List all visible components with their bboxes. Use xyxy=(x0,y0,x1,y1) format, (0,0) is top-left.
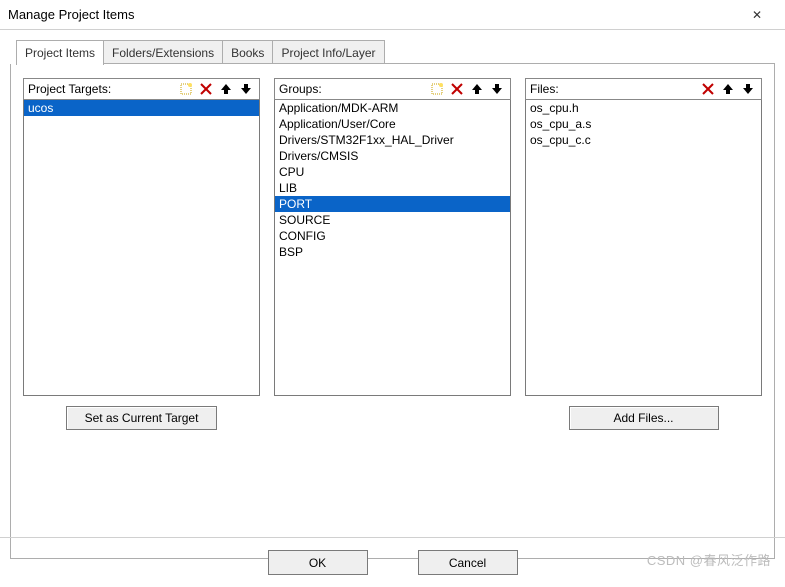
tab-label: Project Items xyxy=(25,46,95,60)
tab-project-info-layer[interactable]: Project Info/Layer xyxy=(272,40,384,63)
delete-icon xyxy=(701,82,715,96)
groups-listbox[interactable]: Application/MDK-ARM Application/User/Cor… xyxy=(274,100,511,396)
panel-files-footer: Add Files... xyxy=(525,406,762,430)
tab-body: Project Targets: ucos xyxy=(10,64,775,559)
ok-button[interactable]: OK xyxy=(268,550,368,575)
new-group-button[interactable] xyxy=(428,80,446,98)
delete-icon xyxy=(199,82,213,96)
panel-targets-footer: Set as Current Target xyxy=(23,406,260,430)
panel-files-label: Files: xyxy=(530,82,697,96)
panel-groups-label: Groups: xyxy=(279,82,426,96)
delete-target-button[interactable] xyxy=(197,80,215,98)
tab-label: Folders/Extensions xyxy=(112,46,214,60)
list-item[interactable]: SOURCE xyxy=(275,212,510,228)
list-item[interactable]: Application/MDK-ARM xyxy=(275,100,510,116)
delete-file-button[interactable] xyxy=(699,80,717,98)
titlebar: Manage Project Items ✕ xyxy=(0,0,785,30)
list-item[interactable]: CONFIG xyxy=(275,228,510,244)
tab-label: Books xyxy=(231,46,264,60)
list-item[interactable]: PORT xyxy=(275,196,510,212)
close-button[interactable]: ✕ xyxy=(737,4,777,26)
close-icon: ✕ xyxy=(752,8,762,22)
content-area: Project Items Folders/Extensions Books P… xyxy=(10,40,775,532)
arrow-up-icon xyxy=(721,82,735,96)
panels-row: Project Targets: ucos xyxy=(23,78,762,430)
panel-files-header: Files: xyxy=(525,78,762,100)
tab-project-items[interactable]: Project Items xyxy=(16,40,104,65)
panel-targets: Project Targets: ucos xyxy=(23,78,260,430)
list-item[interactable]: Drivers/CMSIS xyxy=(275,148,510,164)
move-file-down-button[interactable] xyxy=(739,80,757,98)
list-item[interactable]: LIB xyxy=(275,180,510,196)
list-item[interactable]: os_cpu.h xyxy=(526,100,761,116)
panel-targets-label: Project Targets: xyxy=(28,82,175,96)
delete-icon xyxy=(450,82,464,96)
arrow-down-icon xyxy=(741,82,755,96)
tab-books[interactable]: Books xyxy=(222,40,273,63)
panel-groups: Groups: Application/MDK-ARM xyxy=(274,78,511,430)
new-icon xyxy=(179,82,193,96)
list-item[interactable]: os_cpu_c.c xyxy=(526,132,761,148)
move-group-down-button[interactable] xyxy=(488,80,506,98)
tab-label: Project Info/Layer xyxy=(281,46,375,60)
move-file-up-button[interactable] xyxy=(719,80,737,98)
delete-group-button[interactable] xyxy=(448,80,466,98)
new-target-button[interactable] xyxy=(177,80,195,98)
new-icon xyxy=(430,82,444,96)
list-item[interactable]: CPU xyxy=(275,164,510,180)
tab-folders-extensions[interactable]: Folders/Extensions xyxy=(103,40,223,63)
panel-groups-header: Groups: xyxy=(274,78,511,100)
files-listbox[interactable]: os_cpu.h os_cpu_a.s os_cpu_c.c xyxy=(525,100,762,396)
add-files-button[interactable]: Add Files... xyxy=(569,406,719,430)
list-item[interactable]: BSP xyxy=(275,244,510,260)
list-item[interactable]: Application/User/Core xyxy=(275,116,510,132)
panel-targets-header: Project Targets: xyxy=(23,78,260,100)
arrow-up-icon xyxy=(219,82,233,96)
list-item[interactable]: os_cpu_a.s xyxy=(526,116,761,132)
set-as-current-target-button[interactable]: Set as Current Target xyxy=(66,406,218,430)
cancel-button[interactable]: Cancel xyxy=(418,550,518,575)
arrow-down-icon xyxy=(490,82,504,96)
move-target-down-button[interactable] xyxy=(237,80,255,98)
arrow-down-icon xyxy=(239,82,253,96)
move-target-up-button[interactable] xyxy=(217,80,235,98)
list-item[interactable]: Drivers/STM32F1xx_HAL_Driver xyxy=(275,132,510,148)
tab-strip: Project Items Folders/Extensions Books P… xyxy=(16,40,775,64)
targets-listbox[interactable]: ucos xyxy=(23,100,260,396)
list-item[interactable]: ucos xyxy=(24,100,259,116)
move-group-up-button[interactable] xyxy=(468,80,486,98)
arrow-up-icon xyxy=(470,82,484,96)
panel-files: Files: os_cpu.h os_cpu_a.s os_cpu_c.c xyxy=(525,78,762,430)
dialog-button-bar: OK Cancel xyxy=(0,537,785,587)
window-title: Manage Project Items xyxy=(8,7,737,22)
